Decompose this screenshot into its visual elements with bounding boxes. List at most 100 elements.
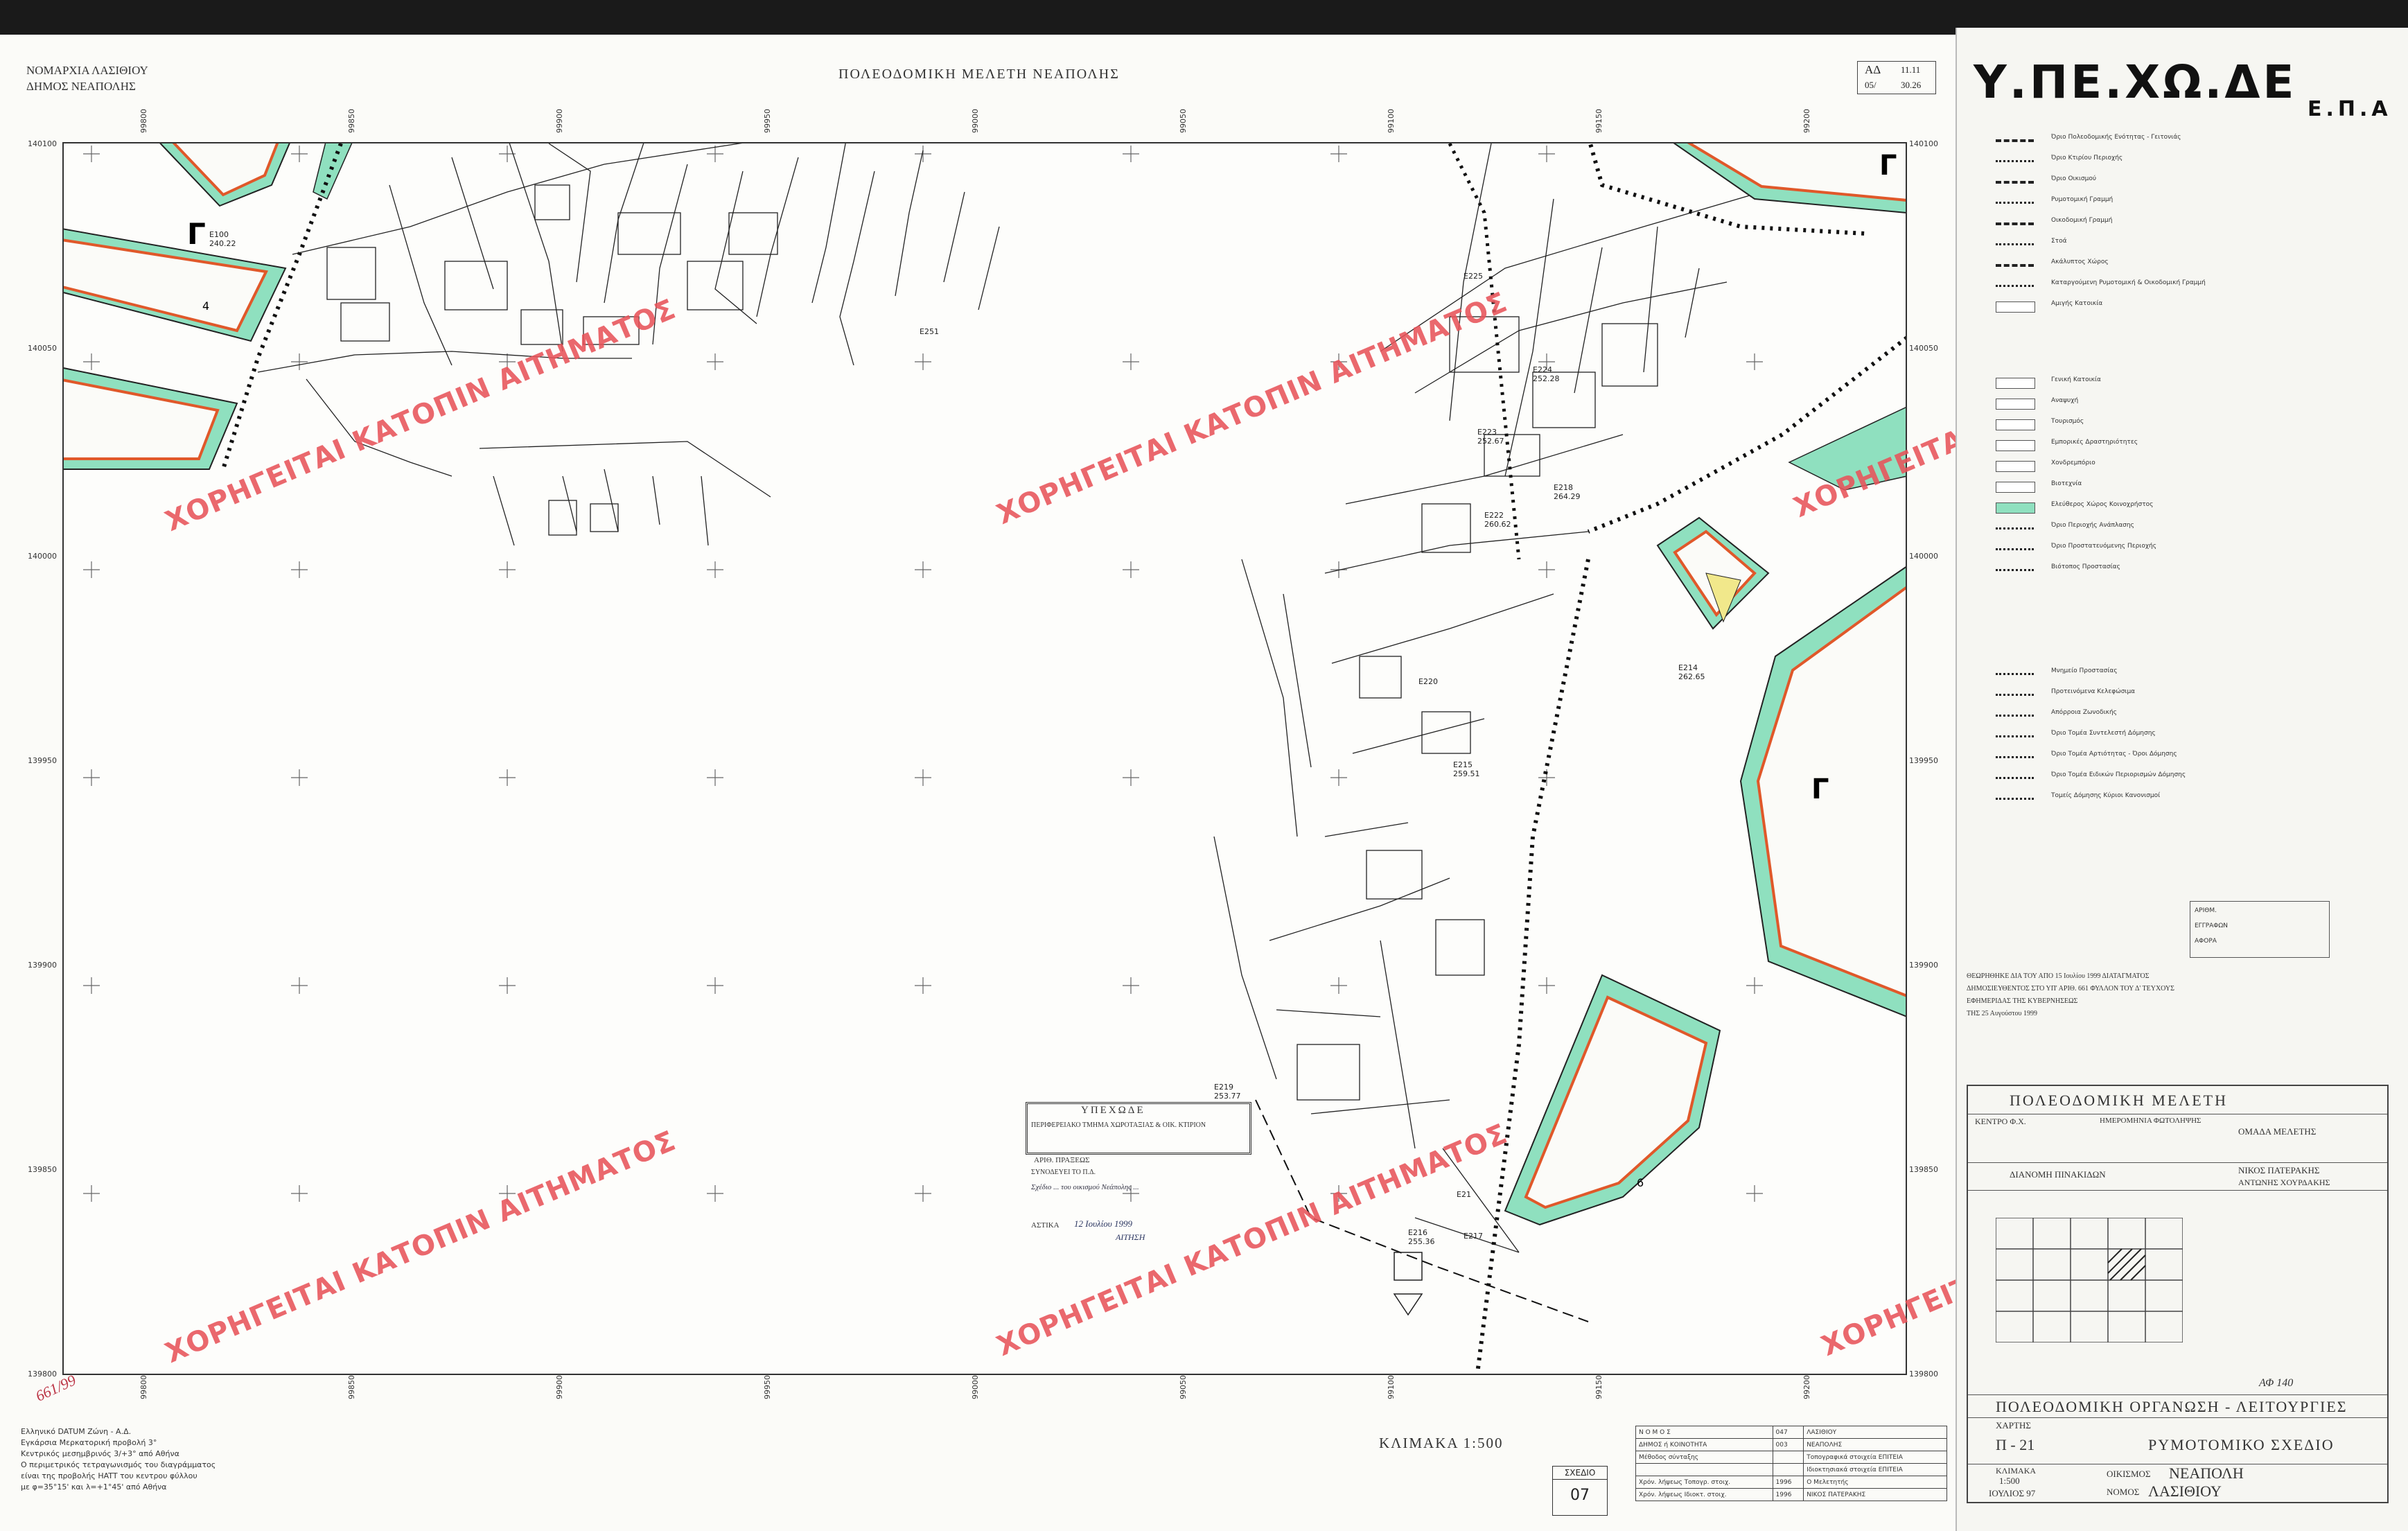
block-right-bottom — [1504, 974, 1721, 1226]
legend-item: Εμπορικές Δραστηριότητες — [2051, 439, 2138, 446]
tb-sheetref: ΑΦ 140 — [2259, 1377, 2294, 1389]
grid-coordinate-label: 99100 — [1387, 1375, 1396, 1399]
legend-item: Αμιγής Κατοικία — [2051, 300, 2103, 307]
grid-coordinate-label: 139850 — [28, 1165, 57, 1174]
survey-point-elevation: 252.28 — [1533, 374, 1560, 383]
survey-point-elevation: 240.22 — [209, 239, 236, 248]
legend-symbol — [1996, 523, 2034, 530]
grid-coordinate-label: 139900 — [1909, 961, 1938, 970]
grid-coordinate-label: 139800 — [28, 1370, 57, 1379]
approval-stamp: ΥΠΕΧΩΔΕ ΠΕΡΙΦΕΡΕΙΑΚΟ ΤΜΗΜΑ ΧΩΡΟΤΑΞΙΑΣ & … — [1026, 1102, 1251, 1242]
info-table-row: Ν Ο Μ Ο Σ 047 ΛΑΣΙΘΙΟΥ — [1635, 1426, 1947, 1439]
info-table-cell: ΛΑΣΙΘΙΟΥ — [1803, 1426, 1947, 1439]
grid-coordinate-label: 140050 — [28, 344, 57, 353]
stamp-line2: ΠΕΡΙΦΕΡΕΙΑΚΟ ΤΜΗΜΑ ΧΩΡΟΤΑΞΙΑΣ & ΟΙΚ. ΚΤΙ… — [1031, 1121, 1206, 1129]
info-table-cell: ΔΗΜΟΣ ή ΚΟΙΝΟΤΗΤΑ — [1635, 1438, 1773, 1451]
info-table-cell: Ο Μελετητής — [1803, 1476, 1947, 1489]
legend-item: Όριο Οικισμού — [2051, 175, 2097, 182]
grid-coordinate-label: 139850 — [1909, 1165, 1938, 1174]
info-table-cell: 1996 — [1772, 1476, 1804, 1489]
legend-item: Όριο Πολεοδομικής Ενότητας - Γειτονιάς — [2051, 134, 2181, 141]
legend-symbol — [1996, 773, 2034, 779]
info-table-row: ΔΗΜΟΣ ή ΚΟΙΝΟΤΗΤΑ 003 ΝΕΑΠΟΛΗΣ — [1635, 1438, 1947, 1451]
tb-scale-label: ΚΛΙΜΑΚΑ — [1996, 1466, 2037, 1476]
legend-item: Στοά — [2051, 238, 2067, 245]
grid-coordinate-label: 99000 — [971, 1375, 980, 1399]
block-letter-gamma-2: Γ — [1879, 150, 1897, 182]
cadastral-map[interactable]: Γ Γ Γ 4 6 Ε100 240.22 Ε251 Ε225 Ε224 252.28 Ε2… — [62, 142, 1907, 1375]
block-upper-left-3 — [159, 143, 290, 207]
grid-coordinate-label: 99950 — [763, 1375, 772, 1399]
stamp-line3: ΑΡΙΘ. ΠΡΑΞΕΩΣ — [1034, 1156, 1090, 1164]
survey-point-label: Ε219 — [1214, 1083, 1233, 1092]
info-table-cell: 003 — [1772, 1438, 1804, 1451]
registry-stamp: ΑΡΙΘΜ. ΕΓΓΡΑΦΩΝ ΑΦΟΡΑ — [2190, 901, 2330, 958]
stamp-line4: ΣΥΝΟΔΕΥΕΙ ΤΟ Π.Δ. — [1031, 1169, 1096, 1176]
tb-scale: 1:500 — [1999, 1476, 2020, 1486]
info-table-cell: Ιδιοκτησιακά στοιχεία ΕΠΙΤΕΙΑ — [1803, 1463, 1947, 1476]
note-line: με φ=35°15' και λ=+1°45' από Αθήνα — [21, 1482, 167, 1491]
stamp-line1: ΥΠΕΧΩΔΕ — [1081, 1105, 1145, 1116]
tb-study: ΟΜΑΔΑ ΜΕΛΕΤΗΣ — [2238, 1126, 2317, 1137]
survey-point-label: Ε215 — [1453, 760, 1473, 769]
survey-point-label: Ε224 — [1533, 365, 1552, 374]
legend-symbol — [1996, 419, 2035, 430]
legend-symbol — [1996, 731, 2034, 737]
boundary-lower — [1475, 559, 1590, 1374]
legend-item: Όριο Περιοχής Ανάπλασης — [2051, 522, 2134, 529]
legend-item: Βιοτεχνία — [2051, 480, 2082, 487]
legend-symbol — [1996, 440, 2035, 451]
survey-point-label: Ε222 — [1484, 511, 1504, 520]
stamp-signature: ΑΙΤΗΣΗ — [1116, 1232, 1145, 1242]
legend-item: Χονδρεμπόριο — [2051, 460, 2095, 466]
sheet-code: ΑΔ — [1865, 63, 1881, 76]
info-table-cell: 1996 — [1772, 1488, 1804, 1501]
info-table-cell: Χρόν. λήψεως Τοπογρ. στοιχ. — [1635, 1476, 1773, 1489]
legend-symbol — [1996, 198, 2034, 204]
survey-point-label: Ε216 — [1408, 1228, 1427, 1237]
legend-item: Όριο Προστατευόμενης Περιοχής — [2051, 543, 2157, 550]
legend-symbol — [1996, 156, 2034, 162]
plan-label: ΣΧΕΔΙΟ — [1553, 1467, 1607, 1480]
grid-coordinate-label: 139950 — [28, 756, 57, 765]
title-block: ΠΟΛΕΟΔΟΜΙΚΗ ΜΕΛΕΤΗ ΚΕΝΤΡΟ Φ.Χ. ΗΜΕΡΟΜΗΝΙ… — [1967, 1085, 2389, 1503]
survey-point-label: Ε251 — [920, 327, 939, 336]
legend-symbol — [1996, 710, 2034, 717]
survey-point-label: Ε225 — [1464, 272, 1483, 281]
sheet-a: 11.11 — [1901, 64, 1921, 75]
info-table-cell — [1772, 1463, 1804, 1476]
grid-coordinate-label: 99050 — [1179, 1375, 1188, 1399]
block-letter-gamma-1: Γ — [187, 217, 206, 251]
block-upper-left-2 — [64, 367, 238, 470]
legend-item: Όριο Τομέα Αρτιότητας - Όροι Δόμησης — [2051, 751, 2177, 758]
tb-distribution: ΔΙΑΝΟΜΗ ΠΙΝΑΚΙΔΩΝ — [2010, 1169, 2106, 1180]
ministry-logo: Υ.ΠΕ.ΧΩ.ΔΕ — [1974, 55, 2297, 109]
legend-item: Καταργούμενη Ρυμοτομική & Οικοδομική Γρα… — [2051, 279, 2206, 286]
legend-item: Ρυμοτομική Γραμμή — [2051, 196, 2113, 203]
survey-point-elevation: 259.51 — [1453, 769, 1480, 778]
info-table-cell: 047 — [1772, 1426, 1804, 1439]
side-label-6: 6 — [1637, 1176, 1644, 1189]
info-table-cell: Μέθοδος σύνταξης — [1635, 1451, 1773, 1464]
legend-symbol — [1996, 502, 2035, 514]
info-table-cell: ΝΙΚΟΣ ΠΑΤΕΡΑΚΗΣ — [1803, 1488, 1947, 1501]
grid-coordinate-label: 99850 — [347, 109, 356, 133]
sheet-number-box: ΑΔ 11.11 05/ 30.26 — [1857, 61, 1936, 94]
tb-plan: ΡΥΜΟΤΟΜΙΚΟ ΣΧΕΔΙΟ — [2148, 1436, 2335, 1453]
block-right-top — [1673, 143, 1906, 213]
info-table-row: Μέθοδος σύνταξης Τοπογραφικά στοιχεία ΕΠΙ… — [1635, 1451, 1947, 1464]
projection-notes: Ελληνικό DATUM Ζώνη - Α.Δ. Εγκάρσια Μερκ… — [21, 1426, 312, 1493]
grid-coordinate-label: 139900 — [28, 961, 57, 970]
info-table: Ν Ο Μ Ο Σ 047 ΛΑΣΙΘΙΟΥ ΔΗΜΟΣ ή ΚΟΙΝΟΤΗΤΑ 003… — [1635, 1426, 1947, 1501]
survey-point-elevation: 253.77 — [1214, 1092, 1241, 1101]
grid-coordinate-label: 99900 — [555, 1375, 564, 1399]
tb-town-label: ΟΙΚΙΣΜΟΣ — [2107, 1469, 2151, 1479]
tb-map-label: ΧΑΡΤΗΣ — [1996, 1420, 2031, 1431]
legend-item: Όριο Κτιρίου Περιοχής — [2051, 155, 2123, 161]
legend-item: Όριο Τομέα Συντελεστή Δόμησης — [2051, 730, 2156, 737]
grid-coordinate-label: 99200 — [1802, 1375, 1811, 1399]
grid-coordinate-label: 99150 — [1594, 109, 1603, 133]
legend-symbol — [1996, 399, 2035, 410]
legend-item: Ελεύθερος Χώρος Κοινοχρήστος — [2051, 501, 2154, 508]
grid-coordinate-label: 140050 — [1909, 344, 1938, 353]
